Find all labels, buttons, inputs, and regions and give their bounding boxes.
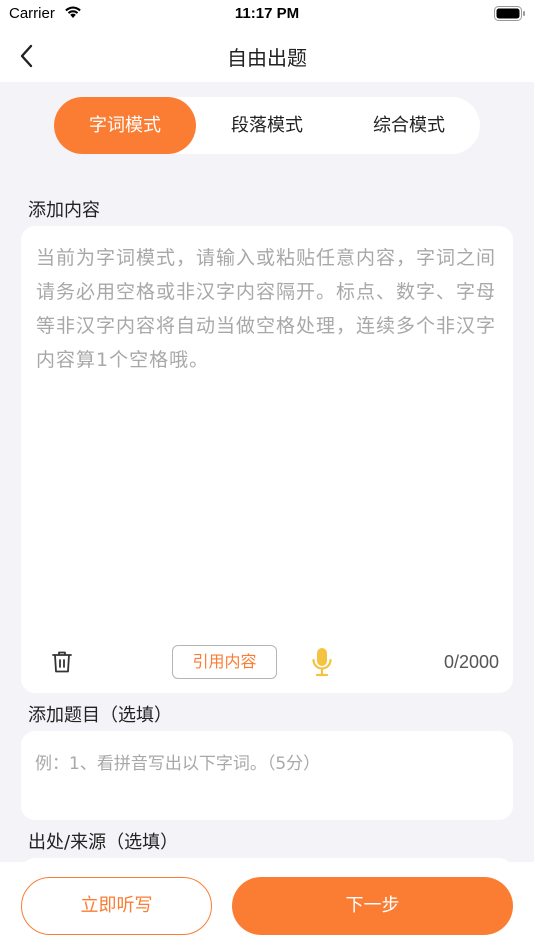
content-input[interactable]: 当前为字词模式，请输入或粘贴任意内容，字词之间请务必用空格或非汉字内容隔开。标点… (36, 241, 498, 377)
mode-switch: 字词模式 段落模式 综合模式 (54, 97, 480, 154)
tab-mixed-mode[interactable]: 综合模式 (338, 97, 480, 154)
title-input-card[interactable]: 例：1、看拼音写出以下字词。（5分） (21, 731, 513, 820)
battery-icon (494, 6, 526, 21)
status-time: 11:17 PM (234, 5, 300, 22)
title-label: 添加题目（选填） (28, 705, 172, 726)
source-label: 出处/来源（选填） (28, 832, 179, 853)
dictate-now-button[interactable]: 立即听写 (21, 877, 212, 935)
status-bar: Carrier 11:17 PM (0, 0, 534, 30)
content-input-card[interactable]: 当前为字词模式，请输入或粘贴任意内容，字词之间请务必用空格或非汉字内容隔开。标点… (21, 226, 513, 693)
content-label: 添加内容 (28, 200, 100, 221)
page-title: 自由出题 (227, 46, 307, 70)
tab-paragraph-mode[interactable]: 段落模式 (196, 97, 338, 154)
tab-word-mode[interactable]: 字词模式 (54, 97, 196, 154)
microphone-icon[interactable] (311, 647, 333, 677)
bottom-action-bar: 立即听写 下一步 (0, 862, 534, 950)
navigation-bar: 自由出题 (0, 30, 534, 82)
next-step-button[interactable]: 下一步 (232, 877, 513, 935)
title-input[interactable]: 例：1、看拼音写出以下字词。（5分） (35, 749, 320, 774)
character-count: 0/2000 (443, 652, 499, 672)
trash-icon[interactable] (51, 650, 73, 674)
quote-content-button[interactable]: 引用内容 (172, 645, 277, 679)
